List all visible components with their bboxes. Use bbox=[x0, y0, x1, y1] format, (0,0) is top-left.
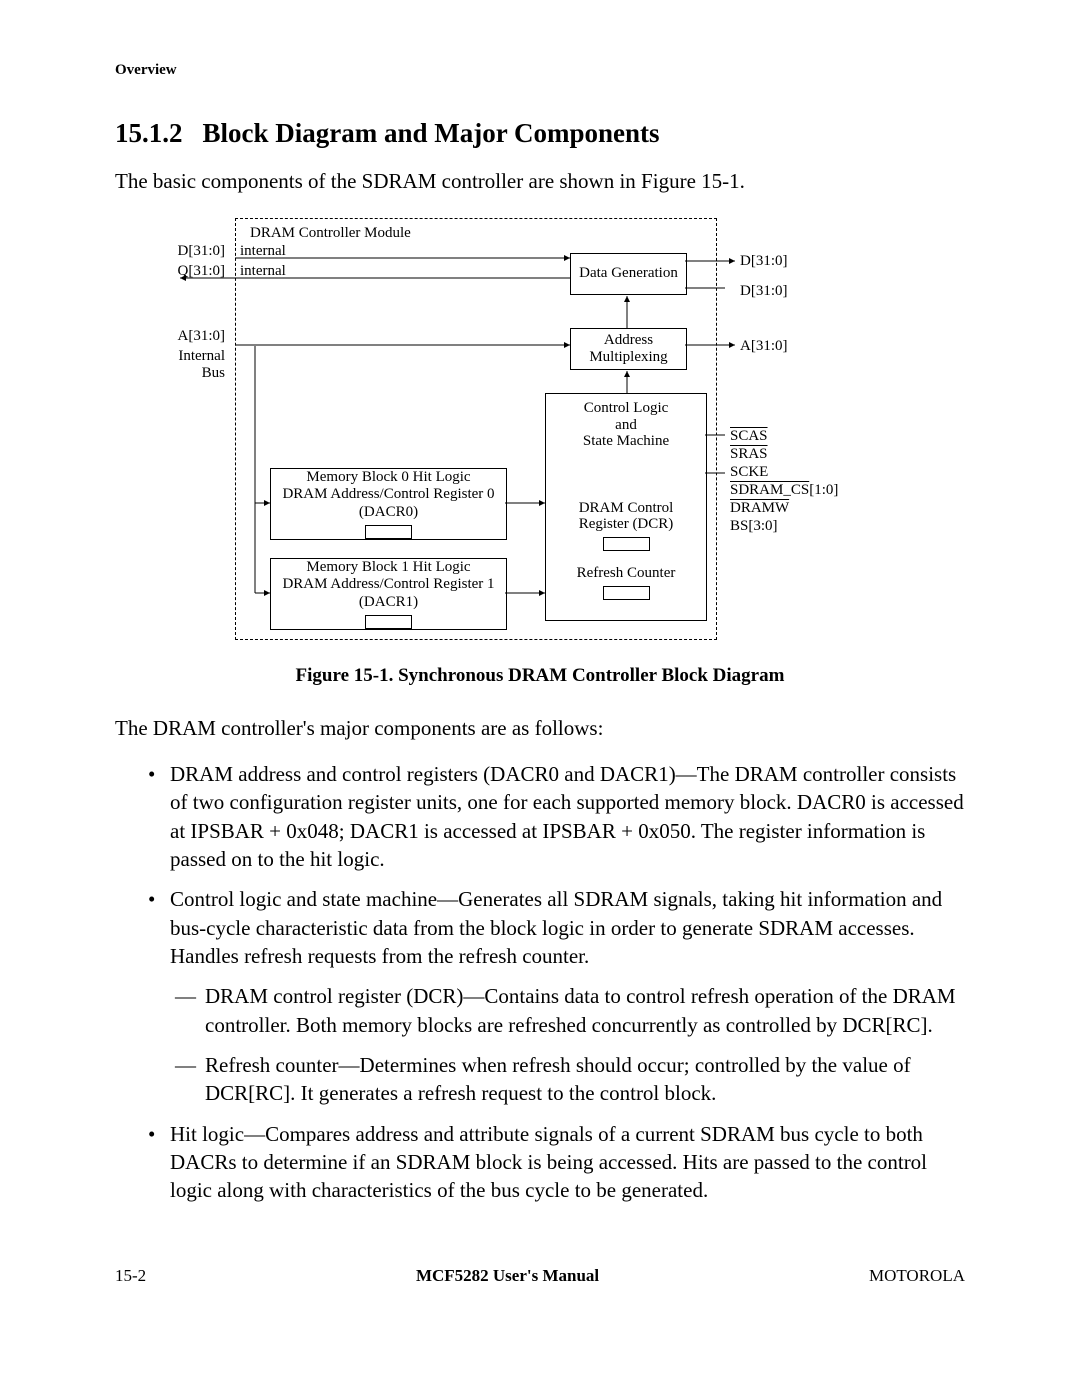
mem0-line3: (DACR0) bbox=[359, 504, 418, 521]
mem1-line2: DRAM Address/Control Register 1 bbox=[282, 576, 494, 593]
components-list: DRAM address and control registers (DACR… bbox=[115, 760, 965, 1205]
list-item: DRAM address and control registers (DACR… bbox=[170, 760, 965, 873]
box-address-multiplexing: Address Multiplexing bbox=[570, 328, 687, 370]
sub-list-item: Refresh counter—Determines when refresh … bbox=[205, 1051, 965, 1108]
mem0-line2: DRAM Address/Control Register 0 bbox=[282, 486, 494, 503]
mem1-line3: (DACR1) bbox=[359, 594, 418, 611]
label-d-left: D[31:0] bbox=[165, 243, 225, 260]
intro-paragraph: The basic components of the SDRAM contro… bbox=[115, 167, 965, 195]
label-a-out: A[31:0] bbox=[740, 338, 788, 355]
block-diagram: DRAM Controller Module D[31:0] internal … bbox=[175, 213, 775, 643]
list-item-text: DRAM address and control registers (DACR… bbox=[170, 762, 964, 871]
mem1-line1: Memory Block 1 Hit Logic bbox=[306, 559, 470, 576]
list-item-text: Hit logic—Compares address and attribute… bbox=[170, 1122, 927, 1203]
box-memory-block-0: Memory Block 0 Hit Logic DRAM Address/Co… bbox=[270, 468, 507, 540]
box-address-multiplexing-label: Address Multiplexing bbox=[571, 332, 686, 367]
register-icon bbox=[365, 525, 412, 539]
label-dramw: DRAMW bbox=[730, 500, 789, 517]
label-q-internal: internal bbox=[240, 263, 286, 280]
footer-manual-title: MCF5282 User's Manual bbox=[416, 1265, 599, 1288]
register-icon bbox=[603, 537, 650, 551]
register-icon bbox=[365, 615, 412, 629]
label-q-left: Q[31:0] bbox=[165, 263, 225, 280]
label-a-left: A[31:0] bbox=[165, 328, 225, 345]
label-d-out-2: D[31:0] bbox=[740, 283, 788, 300]
list-item-text: Control logic and state machine—Generate… bbox=[170, 887, 942, 968]
list-item: Control logic and state machine—Generate… bbox=[170, 885, 965, 1107]
page-header: Overview bbox=[115, 60, 965, 80]
mem0-line1: Memory Block 0 Hit Logic bbox=[306, 469, 470, 486]
label-scas: SCAS bbox=[730, 428, 768, 445]
label-sras: SRAS bbox=[730, 446, 768, 463]
sub-list-item: DRAM control register (DCR)—Contains dat… bbox=[205, 982, 965, 1039]
components-lead: The DRAM controller's major components a… bbox=[115, 714, 965, 742]
footer-brand: MOTOROLA bbox=[869, 1265, 965, 1288]
sub-list: DRAM control register (DCR)—Contains dat… bbox=[170, 982, 965, 1107]
label-bs: BS[3:0] bbox=[730, 518, 778, 535]
label-sdram-cs: SDRAM_CS[1:0] bbox=[730, 482, 838, 499]
box-control-logic: Control LogicandState Machine DRAM Contr… bbox=[545, 393, 707, 621]
box-data-generation-label: Data Generation bbox=[579, 265, 678, 282]
register-icon bbox=[603, 586, 650, 600]
label-internal-bus: InternalBus bbox=[165, 348, 225, 381]
box-data-generation: Data Generation bbox=[570, 253, 687, 295]
label-scke: SCKE bbox=[730, 464, 768, 481]
box-refresh-counter-label: Refresh Counter bbox=[577, 565, 676, 582]
figure-caption: Figure 15-1. Synchronous DRAM Controller… bbox=[115, 663, 965, 689]
module-title: DRAM Controller Module bbox=[250, 225, 411, 242]
label-d-internal: internal bbox=[240, 243, 286, 260]
list-item: Hit logic—Compares address and attribute… bbox=[170, 1120, 965, 1205]
section-heading: 15.1.2 Block Diagram and Major Components bbox=[115, 115, 965, 151]
section-title: Block Diagram and Major Components bbox=[203, 118, 660, 148]
box-memory-block-1: Memory Block 1 Hit Logic DRAM Address/Co… bbox=[270, 558, 507, 630]
page-footer: 15-2 MCF5282 User's Manual MOTOROLA bbox=[115, 1265, 965, 1288]
section-number: 15.1.2 bbox=[115, 118, 183, 148]
footer-page-number: 15-2 bbox=[115, 1265, 146, 1288]
label-d-out-1: D[31:0] bbox=[740, 253, 788, 270]
